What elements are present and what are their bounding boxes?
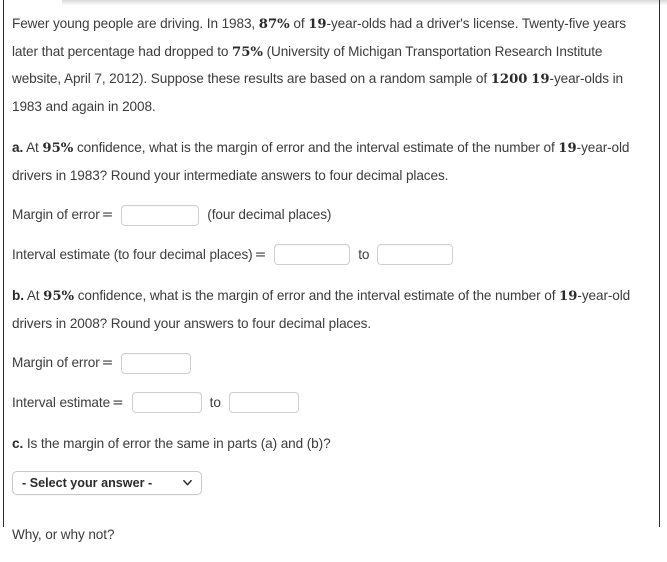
question-page: Fewer young people are driving. In 1983,… (0, 0, 667, 542)
part-a-question-text: At 95% confidence, what is the margin of… (12, 140, 630, 183)
part-c-question-text: Is the margin of error the same in parts… (23, 436, 331, 451)
panel-right-border (659, 0, 660, 527)
part-a-margin-equals: = (101, 207, 114, 223)
part-a-margin-note: (four decimal places) (207, 207, 332, 222)
chevron-down-icon (182, 477, 193, 488)
part-a-label: a. (12, 140, 24, 155)
part-b-interval-label: Interval estimate (12, 394, 111, 410)
part-a-interval-label: Interval estimate (to four decimal place… (12, 246, 253, 262)
part-a-interval-to: to (358, 246, 370, 262)
problem-statement: Fewer young people are driving. In 1983,… (12, 8, 652, 120)
part-a-margin-row: Margin of error = (four decimal places) (12, 189, 652, 229)
part-c-select-value: - Select your answer - (22, 475, 153, 490)
question-content: Fewer young people are driving. In 1983,… (12, 8, 652, 562)
part-b-margin-equals: = (101, 355, 114, 371)
panel-left-border (3, 0, 4, 527)
part-b-margin-input[interactable] (121, 352, 192, 374)
part-b-interval-row: Interval estimate = to (12, 377, 652, 417)
part-c-label: c. (12, 436, 24, 451)
part-b-interval-equals: = (112, 394, 124, 411)
part-a-interval-low-input[interactable] (274, 244, 351, 266)
part-b-question-text: At 95% confidence, what is the margin of… (12, 288, 631, 331)
part-a-margin-label: Margin of error (12, 207, 100, 222)
part-b-margin-label: Margin of error (12, 355, 100, 370)
part-a-interval-row: Interval estimate (to four decimal place… (12, 229, 652, 269)
cut-off-element-top-edge (62, 0, 667, 5)
part-b-question: b. At 95% confidence, what is the margin… (12, 268, 652, 337)
part-b-interval-high-input[interactable] (228, 392, 299, 414)
part-c-followup: Why, or why not? (12, 527, 115, 543)
part-b-interval-low-input[interactable] (131, 392, 202, 414)
part-a-question: a. At 95% confidence, what is the margin… (12, 120, 652, 189)
part-b-interval-to: to (209, 394, 221, 410)
part-a-interval-high-input[interactable] (377, 244, 454, 266)
part-c-answer-select[interactable]: - Select your answer - (12, 470, 202, 495)
part-a-margin-input[interactable] (121, 204, 200, 226)
part-c-question: c. Is the margin of error the same in pa… (12, 416, 652, 458)
part-a-interval-equals: = (254, 246, 267, 263)
problem-statement-text: Fewer young people are driving. In 1983,… (12, 16, 626, 114)
part-b-margin-row: Margin of error = (12, 337, 652, 377)
part-b-label: b. (12, 288, 24, 303)
